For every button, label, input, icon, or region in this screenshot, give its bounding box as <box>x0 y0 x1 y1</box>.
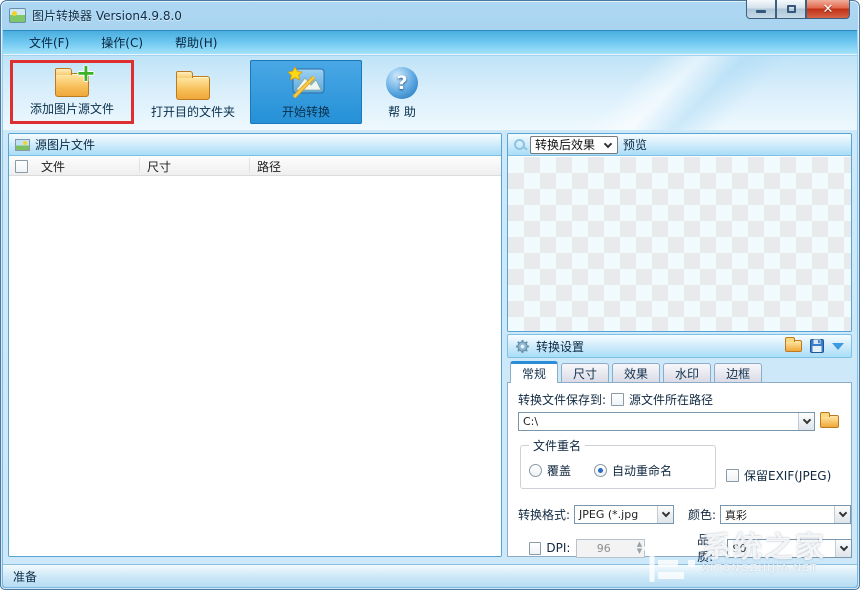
tab-size[interactable]: 尺寸 <box>561 363 609 382</box>
color-combobox[interactable]: 真彩 <box>720 505 851 524</box>
settings-tabs: 常规 尺寸 效果 水印 边框 <box>507 360 852 382</box>
chevron-down-icon <box>604 139 612 147</box>
source-path-checkbox[interactable] <box>611 393 624 406</box>
close-button[interactable]: ✕ <box>806 0 850 19</box>
magnifier-icon <box>514 139 525 150</box>
settings-header: 转换设置 <box>507 334 852 358</box>
help-icon: ? <box>386 67 418 99</box>
maximize-button[interactable] <box>776 0 806 19</box>
save-path-combobox[interactable]: C:\ <box>518 412 815 431</box>
menu-operate[interactable]: 操作(C) <box>89 31 155 54</box>
title-bar: 图片转换器 Version4.9.8.0 ✕ <box>0 0 860 30</box>
preview-checkerboard <box>508 157 851 331</box>
format-label: 转换格式: <box>518 506 570 523</box>
dpi-label: DPI: <box>546 541 570 555</box>
app-window: 图片转换器 Version4.9.8.0 ✕ 文件(F) 操作(C) 帮助(H)… <box>0 0 860 590</box>
overwrite-radio[interactable] <box>529 464 542 477</box>
chevron-down-icon <box>802 416 810 424</box>
minimize-button[interactable] <box>746 0 776 19</box>
quality-combobox[interactable]: 90 <box>727 539 852 558</box>
column-size[interactable]: 尺寸 <box>147 158 171 175</box>
preview-mode-select[interactable]: 转换后效果 <box>530 136 618 154</box>
folder-add-icon: + <box>55 73 89 97</box>
tab-general[interactable]: 常规 <box>510 361 558 383</box>
file-table-header: 文件 尺寸 路径 <box>9 156 501 176</box>
format-combobox[interactable]: JPEG (*.jpg <box>574 505 674 524</box>
status-bar: 准备 <box>3 564 857 587</box>
preview-panel: 转换后效果 预览 <box>507 133 852 332</box>
auto-rename-radio[interactable] <box>594 464 607 477</box>
folder-open-icon <box>176 76 210 100</box>
window-title: 图片转换器 Version4.9.8.0 <box>32 7 182 24</box>
file-list-empty-area[interactable] <box>9 176 501 556</box>
save-to-label: 转换文件保存到: <box>518 391 606 408</box>
dpi-checkbox[interactable] <box>529 542 541 555</box>
column-file[interactable]: 文件 <box>41 158 65 175</box>
toolbar-decoration <box>525 56 829 130</box>
keep-exif-label[interactable]: 保留EXIF(JPEG) <box>744 467 831 484</box>
preview-label: 预览 <box>623 136 647 153</box>
close-icon: ✕ <box>823 3 834 16</box>
tab-effect[interactable]: 效果 <box>612 363 660 382</box>
menu-help[interactable]: 帮助(H) <box>163 31 229 54</box>
convert-wand-icon <box>286 66 326 100</box>
spinner-arrows-icon[interactable]: ▲▼ <box>637 541 642 555</box>
status-text: 准备 <box>13 568 37 585</box>
settings-dropdown-icon[interactable] <box>832 343 844 350</box>
dpi-spinner[interactable]: 96 ▲▼ <box>576 539 645 558</box>
color-label: 颜色: <box>688 506 716 523</box>
auto-rename-label[interactable]: 自动重命名 <box>612 462 672 479</box>
select-all-checkbox[interactable] <box>15 160 28 173</box>
preview-panel-header: 转换后效果 预览 <box>508 134 851 156</box>
start-convert-button[interactable]: 开始转换 <box>250 60 362 124</box>
overwrite-label[interactable]: 覆盖 <box>547 462 571 479</box>
rename-groupbox: 文件重名 覆盖 自动重命名 <box>520 445 716 489</box>
rename-group-label: 文件重名 <box>529 437 585 454</box>
settings-title: 转换设置 <box>536 338 584 355</box>
menu-file[interactable]: 文件(F) <box>17 31 81 54</box>
add-source-files-button[interactable]: + 添加图片源文件 <box>10 60 134 124</box>
browse-folder-button[interactable] <box>820 415 839 428</box>
convert-settings-panel: 转换设置 常规 尺寸 效果 水印 边框 转换文件保存到: <box>507 334 852 557</box>
column-path[interactable]: 路径 <box>257 158 281 175</box>
load-settings-icon[interactable] <box>785 340 802 352</box>
image-icon <box>15 139 30 151</box>
toolbar: + 添加图片源文件 打开目的文件夹 开始转换 ? 帮 助 <box>3 56 857 130</box>
tab-watermark[interactable]: 水印 <box>663 363 711 382</box>
open-destination-folder-button[interactable]: 打开目的文件夹 <box>142 60 244 124</box>
menu-bar: 文件(F) 操作(C) 帮助(H) <box>3 30 857 55</box>
help-button[interactable]: ? 帮 助 <box>371 60 433 124</box>
source-panel-header: 源图片文件 <box>9 134 501 156</box>
save-settings-icon[interactable] <box>810 339 824 353</box>
app-icon <box>9 8 26 23</box>
maximize-icon <box>787 5 796 13</box>
source-panel-title: 源图片文件 <box>35 136 95 153</box>
keep-exif-checkbox[interactable] <box>726 469 739 482</box>
minimize-icon <box>756 10 766 13</box>
general-tab-content: 转换文件保存到: 源文件所在路径 C:\ 文件重名 覆盖 自动重命名 <box>507 382 852 557</box>
tab-border[interactable]: 边框 <box>714 363 762 382</box>
quality-label: 品质: <box>697 531 723 565</box>
source-files-panel: 源图片文件 文件 尺寸 路径 <box>8 133 502 557</box>
gear-icon <box>515 339 530 354</box>
source-path-label[interactable]: 源文件所在路径 <box>629 391 713 408</box>
